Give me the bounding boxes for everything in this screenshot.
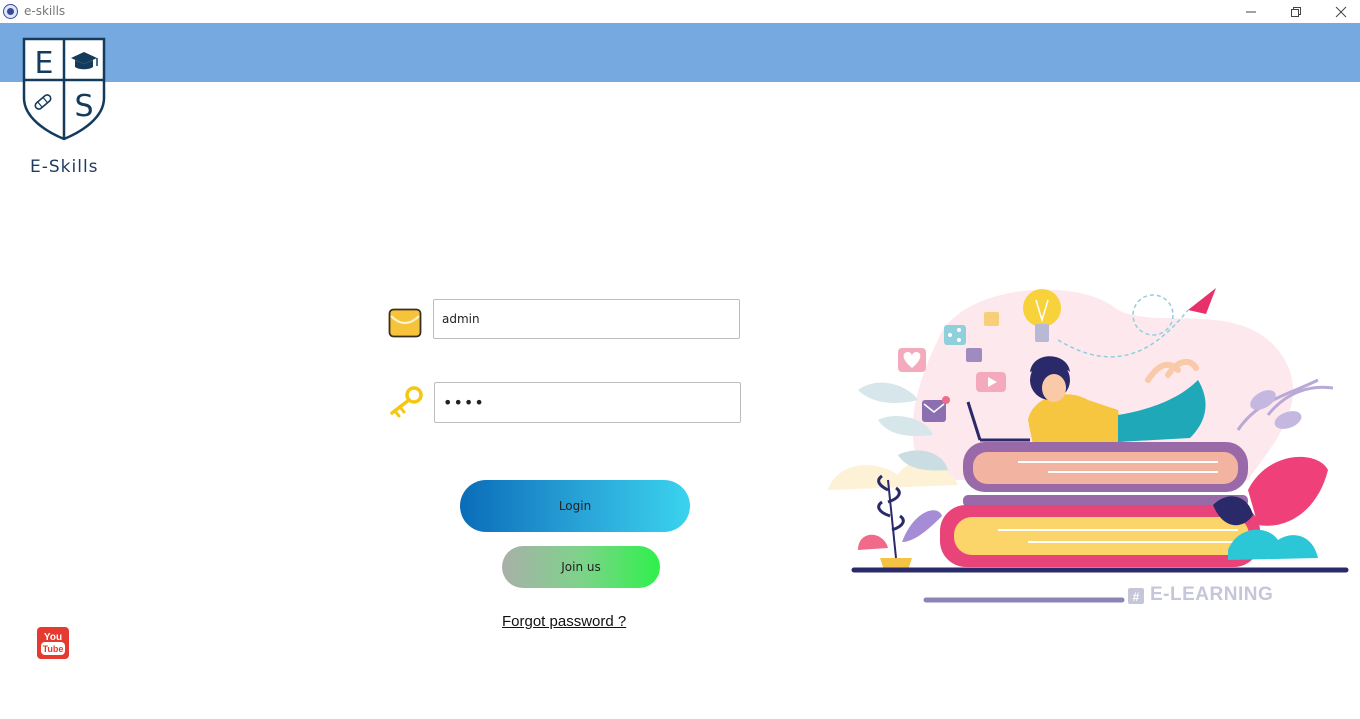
svg-text:S: S — [74, 89, 93, 124]
restore-button[interactable] — [1273, 0, 1318, 23]
email-input[interactable] — [433, 299, 740, 339]
forgot-password-link[interactable]: Forgot password ? — [502, 613, 626, 630]
logo-shield-icon: E S — [22, 37, 106, 141]
window-titlebar: e-skills — [0, 0, 1360, 23]
minimize-button[interactable] — [1228, 0, 1273, 23]
header-band — [0, 23, 1360, 82]
login-button[interactable]: Login — [460, 480, 690, 532]
envelope-icon — [388, 308, 422, 338]
app-icon — [3, 4, 18, 19]
key-icon — [390, 386, 423, 418]
join-us-button[interactable]: Join us — [502, 546, 660, 588]
e-learning-illustration: # — [828, 288, 1349, 604]
password-input[interactable] — [434, 382, 741, 423]
svg-text:Tube: Tube — [43, 644, 64, 654]
close-button[interactable] — [1318, 0, 1360, 23]
close-icon — [1335, 6, 1346, 17]
youtube-icon[interactable]: You Tube — [37, 627, 69, 659]
brand-name: E-Skills — [30, 157, 99, 177]
minimize-icon — [1245, 11, 1256, 12]
restore-icon — [1290, 6, 1301, 17]
svg-text:#: # — [1133, 590, 1140, 604]
window-title: e-skills — [24, 4, 66, 18]
e-learning-label: E-LEARNING — [1150, 584, 1274, 605]
svg-text:E: E — [35, 46, 54, 81]
svg-text:You: You — [44, 632, 62, 643]
